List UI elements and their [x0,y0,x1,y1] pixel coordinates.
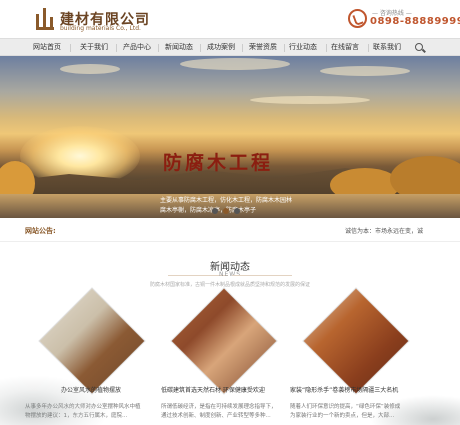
slider-dot[interactable] [212,208,218,214]
slider-dot-active[interactable] [223,208,229,214]
hotline-number: 0898-88889999 [370,16,460,27]
nav-item-message[interactable]: 在线留言 [324,39,366,57]
banner-line: 主要从事防腐木工程，仿化木工程，防腐木木园林 [160,197,293,204]
main-nav: 网站首页 关于我们 产品中心 新闻动态 成功案例 荣誉资质 行业动态 在线留言 … [0,38,460,56]
desc-line: 所谓低碳经济，是指在可持续发展理念指导下， [161,404,277,410]
nav-divider [70,44,71,52]
nav-item-cases[interactable]: 成功案例 [200,39,242,57]
nav-item-products[interactable]: 产品中心 [116,39,158,57]
cloud-shape [320,66,410,76]
ink-decoration [0,375,110,425]
banner-line: 腐木亭榭，防腐木凉亭，防腐木亭子 [160,207,257,214]
phone-icon [348,9,367,28]
news-card-image[interactable] [302,287,410,395]
nav-item-industry[interactable]: 行业动态 [282,39,324,57]
nav-item-contact[interactable]: 联系我们 [366,39,408,57]
news-card-desc: 所谓低碳经济，是指在可持续发展理念指导下， 通过技术创新、制度创新、产业转型等多… [161,403,311,421]
brand-name-en: building materials Co., Ltd. [60,25,141,32]
news-description: 防腐木材国家标准，古铜一件木制品根成就品质坚持和规范的发展的保证 [149,282,310,288]
nav-item-news[interactable]: 新闻动态 [158,39,200,57]
hero-banner[interactable]: 防腐木工程 主要从事防腐木工程，仿化木工程，防腐木木园林 腐木亭榭，防腐木凉亭，… [0,56,460,218]
ink-decoration [370,395,460,425]
page: 建材有限公司 building materials Co., Ltd. — 咨询… [0,0,460,425]
divider-line [232,275,292,276]
news-card-title[interactable]: 低碳建筑首选天然石材 环保健康受欢迎 [161,385,311,394]
notice-bar: 网站公告: 诚信为本：市场永远在变，诚 [0,218,460,242]
banner-description: 主要从事防腐木工程，仿化木工程，防腐木木园林 腐木亭榭，防腐木凉亭，防腐木亭子 [160,196,300,216]
nav-item-honors[interactable]: 荣誉资质 [242,39,284,57]
logo-icon[interactable] [33,8,57,32]
notice-label: 网站公告: [25,227,56,235]
nav-item-about[interactable]: 关于我们 [73,39,115,57]
cloud-shape [180,58,290,70]
news-subtitle: NEWS [218,271,242,278]
slider-dot[interactable] [234,208,240,214]
cloud-shape [60,64,120,74]
nav-item-home[interactable]: 网站首页 [26,39,68,57]
search-icon[interactable] [415,43,423,51]
cloud-shape [250,96,370,104]
news-card-image[interactable] [170,287,278,395]
notice-text[interactable]: 诚信为本：市场永远在变，诚 [345,226,423,235]
site-header: 建材有限公司 building materials Co., Ltd. — 咨询… [0,0,460,38]
hotline: — 咨询热线 — 0898-88889999 [348,8,460,30]
news-card-title[interactable]: 家装“隐形杀手”卷袭榜市场隔疆三大名机 [290,385,440,394]
desc-line: 通过技术创新、制度创新、产业转型等多种... [161,413,271,419]
banner-title: 防腐木工程 [163,152,274,174]
